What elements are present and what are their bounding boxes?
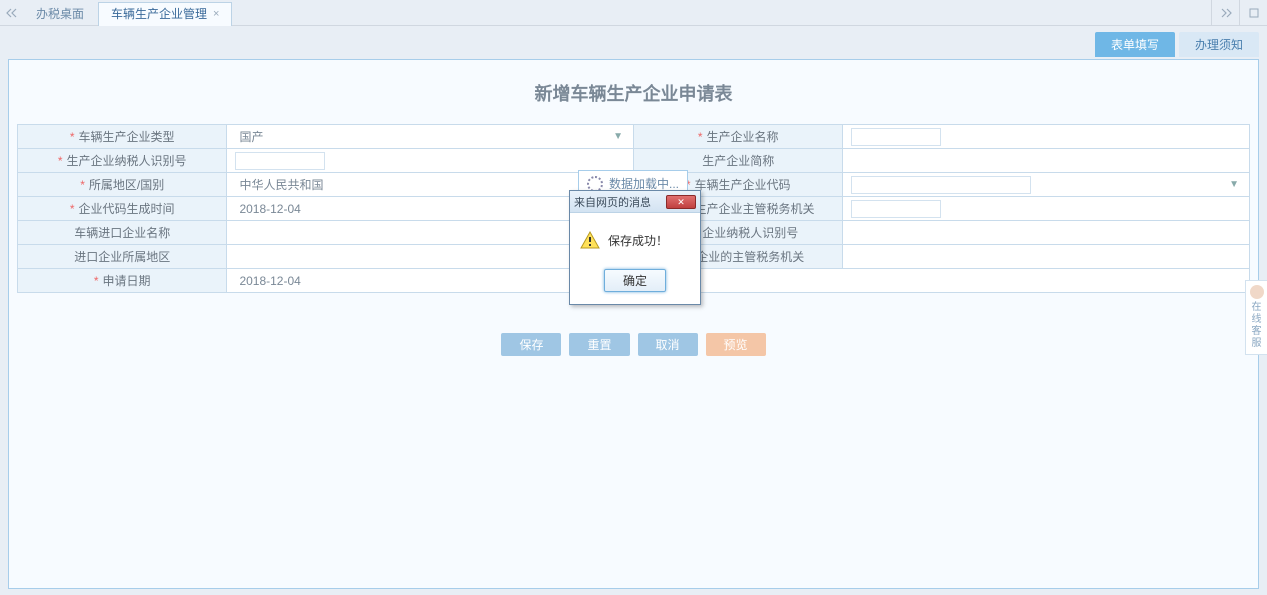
warning-icon: [580, 231, 600, 249]
tab-vehicle-mgmt-label: 车辆生产企业管理: [111, 2, 207, 26]
avatar-icon: [1250, 285, 1264, 299]
message-dialog: 来自网页的消息 ✕ 保存成功！ 确定: [569, 190, 701, 305]
float-line1: 在线: [1248, 302, 1265, 326]
preview-button[interactable]: 预览: [706, 333, 766, 356]
tabs-scroll-left-icon[interactable]: [0, 0, 24, 25]
value-region: 中华人民共和国: [233, 176, 323, 193]
cancel-button[interactable]: 取消: [638, 333, 698, 356]
tab-desktop[interactable]: 办税桌面: [24, 2, 96, 26]
field-enterprise-code[interactable]: ▼: [843, 173, 1250, 197]
save-button[interactable]: 保存: [501, 333, 561, 356]
chevron-down-icon: ▼: [1229, 179, 1239, 190]
value-apply-date: 2018-12-04: [233, 274, 300, 288]
label-import-region: 进口企业所属地区: [74, 250, 170, 264]
float-line2: 客服: [1248, 326, 1265, 350]
input-enterprise-taxid[interactable]: [235, 152, 325, 170]
dialog-close-button[interactable]: ✕: [666, 195, 696, 209]
reset-button[interactable]: 重置: [569, 333, 629, 356]
label-enterprise-type: 车辆生产企业类型: [79, 130, 175, 144]
chevron-down-icon: ▼: [613, 131, 623, 142]
label-region: 所属地区/国别: [89, 178, 164, 192]
field-enterprise-short[interactable]: [843, 149, 1250, 173]
value-enterprise-type: 国产: [233, 128, 263, 145]
label-apply-date: 申请日期: [103, 274, 151, 288]
close-icon[interactable]: ×: [213, 2, 219, 26]
dialog-message: 保存成功！: [608, 232, 668, 249]
field-enterprise-type[interactable]: 国产 ▼: [227, 125, 634, 149]
online-service-float[interactable]: 在线 客服: [1245, 280, 1267, 355]
dialog-title: 来自网页的消息: [574, 194, 651, 210]
tabs-scroll-right-icon[interactable]: [1211, 0, 1239, 25]
label-enterprise-name: 生产企业名称: [707, 130, 779, 144]
tab-desktop-label: 办税桌面: [36, 2, 84, 26]
field-import-tax-authority[interactable]: [843, 245, 1250, 269]
dialog-ok-button[interactable]: 确定: [604, 269, 666, 292]
input-enterprise-name[interactable]: [851, 128, 941, 146]
subtab-form-fill[interactable]: 表单填写: [1095, 32, 1175, 57]
label-codetime: 企业代码生成时间: [79, 202, 175, 216]
label-enterprise-code: 车辆生产企业代码: [695, 178, 791, 192]
label-enterprise-short: 生产企业简称: [702, 154, 774, 168]
label-enterprise-taxid: 生产企业纳税人识别号: [67, 154, 187, 168]
label-import-name: 车辆进口企业名称: [74, 226, 170, 240]
page-title: 新增车辆生产企业申请表: [17, 80, 1250, 106]
field-import-taxid[interactable]: [843, 221, 1250, 245]
maximize-icon[interactable]: [1239, 0, 1267, 25]
input-tax-authority[interactable]: [851, 200, 941, 218]
value-codetime: 2018-12-04: [233, 202, 300, 216]
form-panel: 新增车辆生产企业申请表 *车辆生产企业类型 国产 ▼ *生产企业名称 *生产企业…: [8, 59, 1259, 589]
subtab-notice[interactable]: 办理须知: [1179, 32, 1259, 57]
input-enterprise-code[interactable]: [851, 176, 1031, 194]
tab-vehicle-mgmt[interactable]: 车辆生产企业管理 ×: [98, 2, 232, 26]
